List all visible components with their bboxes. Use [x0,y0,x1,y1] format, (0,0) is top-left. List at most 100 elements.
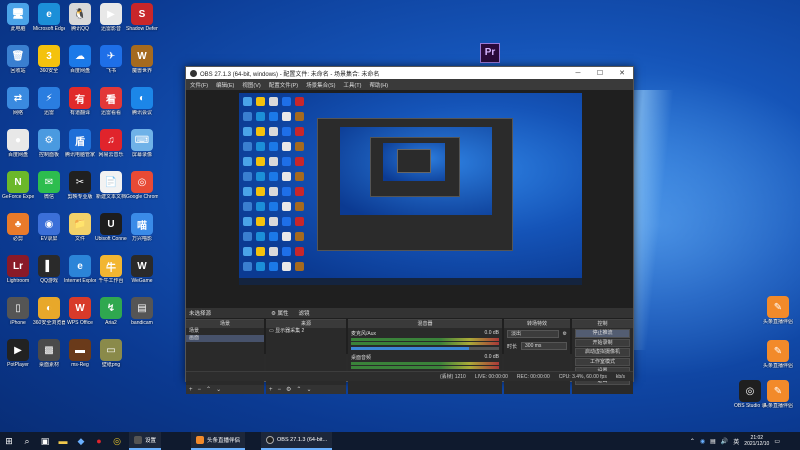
desktop-icon[interactable]: ▭ 壁纸png [95,339,127,368]
menu-item[interactable]: 编辑(E) [216,81,234,89]
task-view-icon[interactable]: ▣ [36,432,54,450]
desktop-icon[interactable]: 3 360安全 [33,45,65,74]
virtual-camera-button[interactable]: 启动虚拟摄像机 [575,348,630,357]
menu-item[interactable]: 场景集合(S) [306,81,335,89]
scene-item[interactable]: 画面 [186,335,264,342]
source-item[interactable]: ▭ 显示器采集 2 [266,328,346,335]
ime-icon[interactable]: 英 [733,437,739,446]
desktop-icon[interactable]: ▬ ms-Reg [64,339,96,368]
remove-source-button[interactable]: − [278,387,282,393]
network-icon[interactable]: ▤ [710,438,716,445]
scene-up-button[interactable]: ⌃ [206,386,211,393]
desktop-icon[interactable]: ⌨ 屏幕录像 [126,129,158,158]
desktop-icon[interactable]: ✎ 头条直播伴侣 [762,380,794,409]
desktop-icon[interactable]: Lr Lightroom [2,255,34,284]
desktop-icon[interactable]: 盾腾讯电脑管家 [64,129,96,158]
desktop-icon[interactable]: 喵万兴喵影 [126,213,158,242]
desktop-icon[interactable]: eInternet Explorer [64,255,96,284]
desktop-icon[interactable]: ⚡ 迅雷 [33,87,65,116]
desktop-icon[interactable]: UUbisoft Connect [95,213,127,242]
desktop-icon[interactable]: ◎ Google Chrome [126,171,158,200]
scene-down-button[interactable]: ⌄ [216,386,221,393]
desktop-icon[interactable]: ✉ 微信 [33,171,65,200]
obs-preview-area[interactable]: 未选择源 ⚙ 属性 滤镜 场景 场景 画面 + − ⌃ ⌄ 来源 ▭ 显示器采集 2 … [186,90,633,394]
source-down-button[interactable]: ⌄ [306,386,311,393]
desktop-icon[interactable]: ✈ 飞书 [95,45,127,74]
desktop-icon[interactable]: ▤ bandicam [126,297,158,326]
remove-scene-button[interactable]: − [198,387,202,393]
taskbar-app-obs[interactable]: OBS 27.1.3 (64-bit... [261,432,333,450]
chrome-icon[interactable]: ◎ [108,432,126,450]
desktop-icon[interactable]: ↯ Aria2 [95,297,127,326]
start-windows-icon[interactable]: ⊞ [0,432,18,450]
volume-fader[interactable] [351,347,499,350]
source-up-button[interactable]: ⌃ [296,386,301,393]
tray-app-icon[interactable]: ◉ [700,438,705,445]
maximize-button[interactable]: ☐ [589,69,611,77]
desktop-icon[interactable]: ▩ 桌面素材 [33,339,65,368]
desktop-icon[interactable]: ◉ EV录屏 [33,213,65,242]
desktop-icon[interactable]: SShadow Defender [126,3,158,32]
desktop-icon[interactable]: W 魔兽世界 [126,45,158,74]
add-scene-button[interactable]: + [189,387,193,393]
notification-icon[interactable]: ▭ [774,438,780,445]
desktop-icon[interactable]: ✎ 头条直播伴侣 [762,340,794,369]
desktop-icon[interactable]: W WPS Office [64,297,96,326]
desktop-icon[interactable]: 📄 新建文本文档 [95,171,127,200]
add-source-button[interactable]: + [269,387,273,393]
desktop-icon[interactable]: ◐ 腾讯会议 [126,87,158,116]
desktop-icon[interactable]: ♫ 网易云音乐 [95,129,127,158]
scene-item[interactable]: 场景 [186,328,264,335]
menu-item[interactable]: 文件(F) [190,81,208,89]
obs-window[interactable]: OBS 27.1.3 (64-bit, windows) - 配置文件: 未命名… [185,66,634,394]
desktop-icon[interactable]: ⚙ 控制面板 [33,129,65,158]
desktop-icon[interactable]: 🗑 回收站 [2,45,34,74]
close-button[interactable]: ✕ [611,69,633,77]
clock[interactable]: 21:02 2021/12/10 [744,435,769,447]
transition-settings-icon[interactable]: ⚙ [563,331,567,337]
file-explorer-icon[interactable]: ▬ [54,432,72,450]
desktop-icon[interactable]: 📁 文件 [64,213,96,242]
desktop-icon[interactable]: ● 百度网盘 [2,129,34,158]
desktop-icon[interactable]: ◐ 360安全浏览器 [33,297,65,326]
search-icon[interactable]: ⌕ [18,432,36,450]
desktop-icon[interactable]: ▯ iPhone [2,297,34,326]
menu-item[interactable]: 帮助(H) [369,81,388,89]
premiere-pro-icon[interactable]: Pr [480,43,500,63]
studio-mode-button[interactable]: 工作室模式 [575,357,630,366]
transition-select[interactable]: 淡出 [507,330,559,338]
desktop-icon[interactable]: ☁ 百度网盘 [64,45,96,74]
desktop-icon[interactable]: ♣ 必剪 [2,213,34,242]
source-settings-icon[interactable]: ⚙ [286,386,291,393]
tray-chevron-icon[interactable]: ⌃ [690,438,695,445]
taskbar-app-toutiao[interactable]: 头条直播伴侣 [191,432,246,450]
desktop-icon[interactable]: ⇄ 网络 [2,87,34,116]
desktop-icon[interactable]: ▶ PotPlayer [2,339,34,368]
menu-item[interactable]: 工具(T) [343,81,361,89]
taskbar-app-settings[interactable]: 设置 [129,432,162,450]
preview-screen[interactable] [239,93,582,285]
pinned-app-icon[interactable]: ◆ [72,432,90,450]
desktop-icon[interactable]: ▌ QQ游戏 [33,255,65,284]
desktop-icon[interactable]: 看迅雷看看 [95,87,127,116]
start-recording-button[interactable]: 开始录制 [575,338,630,347]
menu-item[interactable]: 视图(V) [242,81,260,89]
desktop-icon[interactable]: ✂ 剪映专业版 [64,171,96,200]
desktop-icon[interactable]: 🖥 此电脑 [2,3,34,32]
duration-input[interactable]: 300 ms [521,342,567,350]
desktop-icon[interactable]: ✎ 头条直播伴侣 [762,296,794,325]
desktop-icon[interactable]: W WeGame [126,255,158,284]
desktop-icon[interactable]: 有有道翻译 [64,87,96,116]
obs-titlebar[interactable]: OBS 27.1.3 (64-bit, windows) - 配置文件: 未命名… [186,67,633,79]
desktop-icon[interactable]: ▶ 迅雷影音 [95,3,127,32]
menu-item[interactable]: 配置文件(P) [269,81,298,89]
netease-music-icon[interactable]: ● [90,432,108,450]
desktop-icon[interactable]: e Microsoft Edge [33,3,65,32]
desktop-icon[interactable]: 牛千牛工作台 [95,255,127,284]
desktop-icon[interactable]: NGeForce Experience [2,171,34,200]
stop-streaming-button[interactable]: 停止推流 [575,329,630,338]
desktop-icon[interactable]: 🐧 腾讯QQ [64,3,96,32]
minimize-button[interactable]: ─ [567,70,589,77]
filters-button[interactable]: 滤镜 [298,309,309,317]
properties-button[interactable]: ⚙ 属性 [271,309,288,317]
